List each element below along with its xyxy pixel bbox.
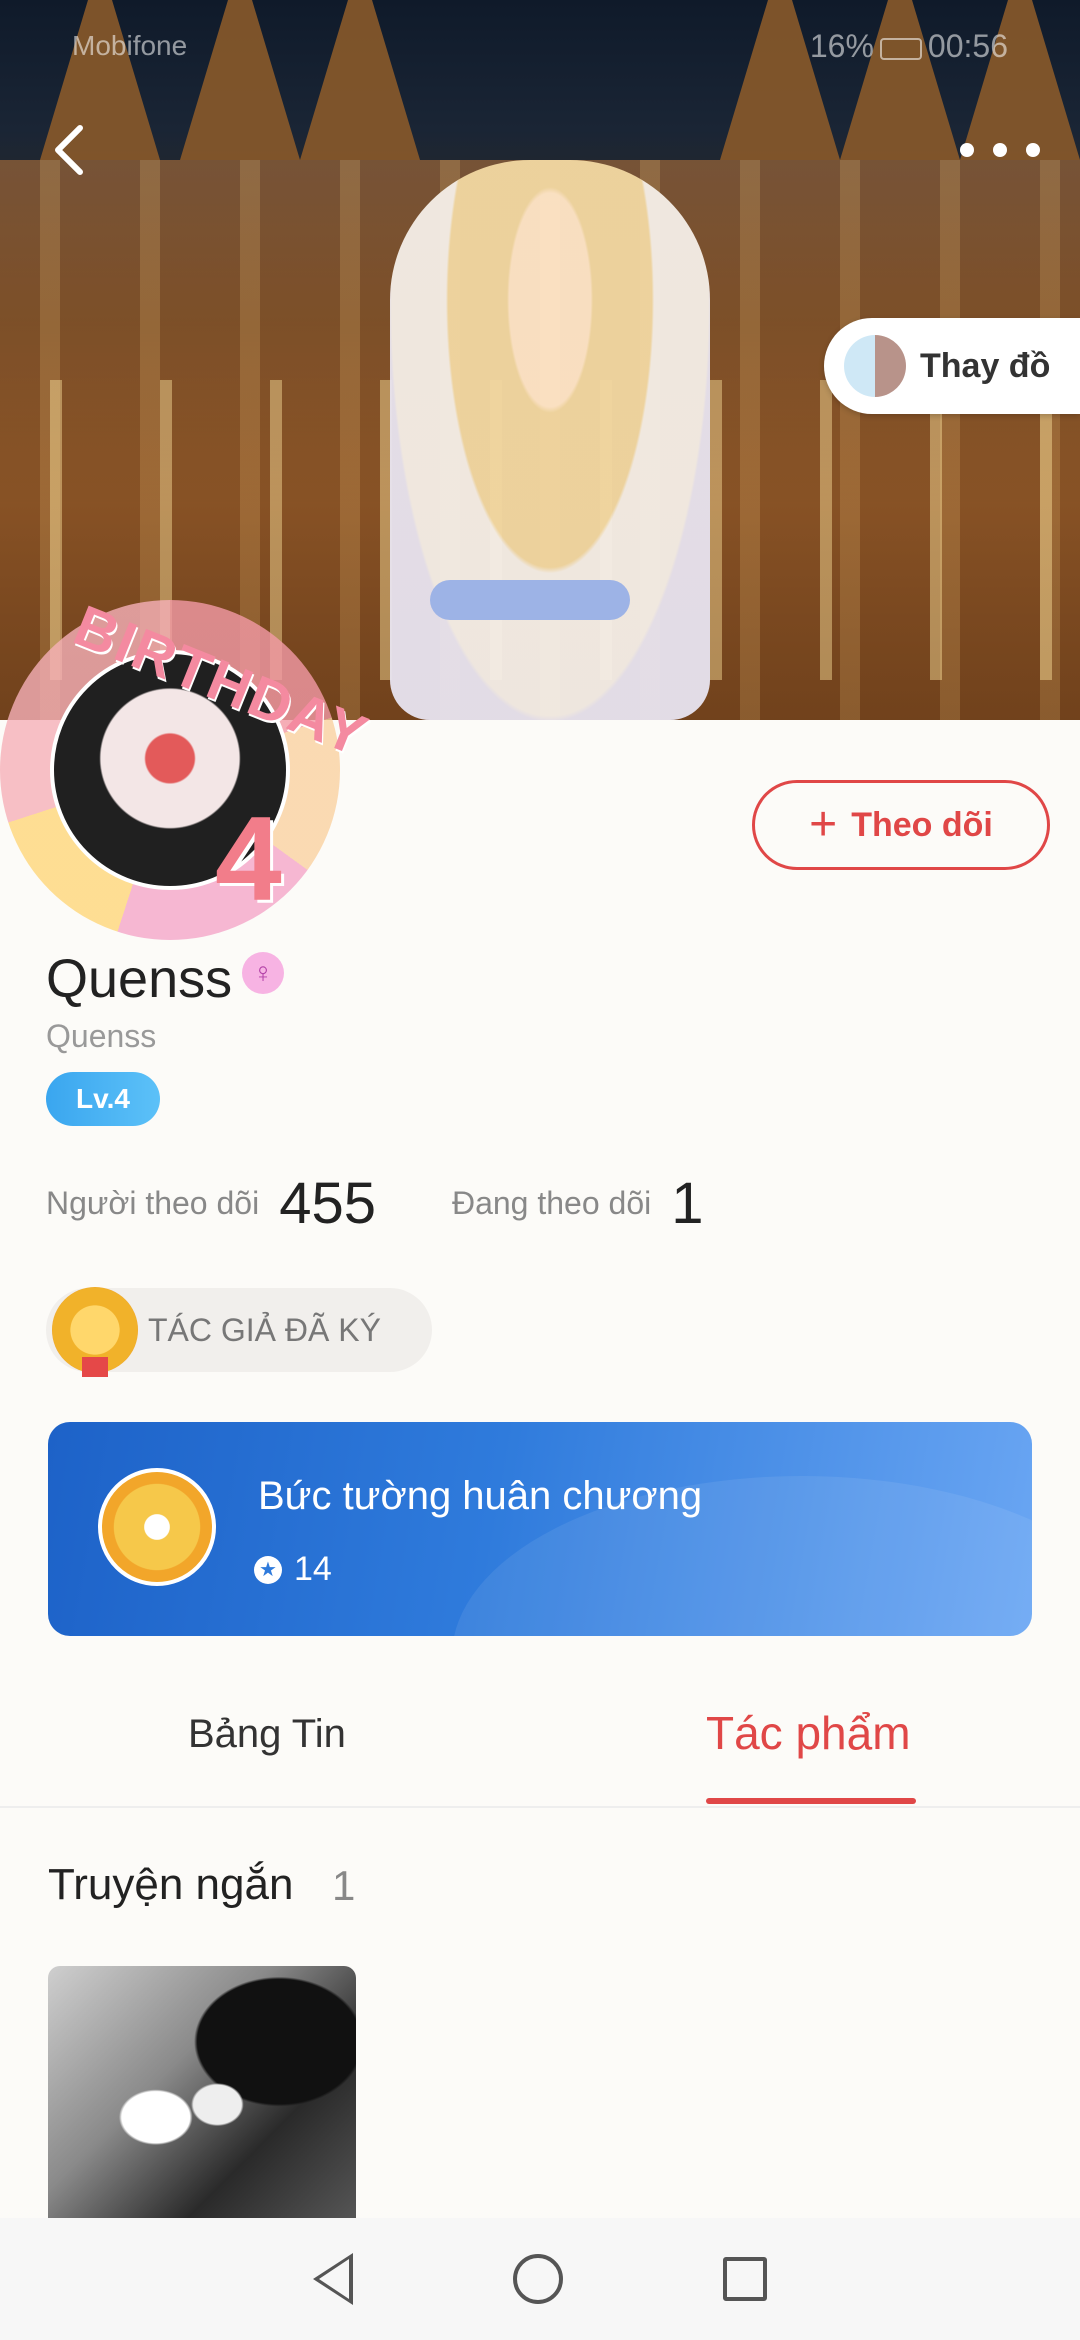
nav-back-icon[interactable] (313, 2253, 353, 2305)
status-right: 16% 00:56 (810, 28, 1008, 65)
battery-percent: 16% (809, 28, 874, 64)
follow-button-label: Theo dõi (851, 805, 993, 844)
system-nav-bar (0, 2218, 1080, 2340)
medal-count: ★ 14 (254, 1550, 332, 1589)
avatar-frame-number: 4 (215, 792, 282, 926)
profile-handle: Quenss (46, 1018, 157, 1054)
works-section-count: 1 (332, 1862, 356, 1909)
profile-avatar[interactable]: BIRTHDAY 4 (0, 593, 377, 940)
medal-wall-card[interactable]: Bức tường huân chương ★ 14 (48, 1422, 1032, 1636)
follow-stats: Người theo dõi 455 Đang theo dõi 1 (46, 1170, 780, 1237)
status-bar: Mobifone 16% 00:56 (0, 0, 1080, 90)
outfit-avatar-icon (844, 335, 906, 397)
nav-recent-icon[interactable] (723, 2257, 767, 2301)
following-label[interactable]: Đang theo dõi (452, 1185, 651, 1222)
more-icon (960, 143, 974, 157)
followers-label[interactable]: Người theo dõi (46, 1185, 259, 1222)
avatar-character (390, 160, 710, 720)
medal-count-value: 14 (294, 1550, 332, 1588)
character-bow (430, 580, 630, 620)
level-badge[interactable]: Lv.4 (46, 1072, 160, 1126)
back-button[interactable] (40, 120, 100, 180)
more-icon-dot (1026, 143, 1040, 157)
following-count[interactable]: 1 (671, 1170, 703, 1237)
nav-home-icon[interactable] (513, 2254, 563, 2304)
follow-button[interactable]: + Theo dõi (752, 780, 1050, 870)
works-section-title: Truyện ngắn (48, 1860, 294, 1909)
tab-works[interactable]: Tác phẩm (706, 1706, 911, 1760)
clock: 00:56 (927, 28, 1008, 64)
followers-count[interactable]: 455 (279, 1170, 376, 1237)
carrier-name: Mobifone (72, 30, 188, 61)
author-badge-label: TÁC GIẢ ĐÃ KÝ (148, 1311, 381, 1348)
more-icon-dot (993, 143, 1007, 157)
author-medal-icon (52, 1287, 138, 1377)
change-outfit-button[interactable]: Thay đồ (824, 318, 1080, 414)
story-cover[interactable] (48, 1966, 356, 2218)
active-tab-indicator (706, 1798, 916, 1804)
medal-wall-title: Bức tường huân chương (258, 1474, 703, 1518)
change-outfit-label: Thay đồ (920, 346, 1051, 385)
medal-icon (98, 1468, 216, 1586)
plus-icon: + (809, 798, 838, 851)
profile-tabs: Bảng Tin Tác phẩm (0, 1690, 1080, 1808)
profile-name: Quenss (46, 949, 233, 1009)
back-icon (55, 125, 83, 175)
tab-news[interactable]: Bảng Tin (188, 1712, 346, 1757)
battery-icon (879, 37, 922, 60)
author-badge[interactable]: TÁC GIẢ ĐÃ KÝ (46, 1287, 432, 1377)
star-icon: ★ (254, 1555, 282, 1584)
gender-female-icon: ♀ (242, 952, 284, 994)
more-button[interactable] (960, 125, 1040, 175)
